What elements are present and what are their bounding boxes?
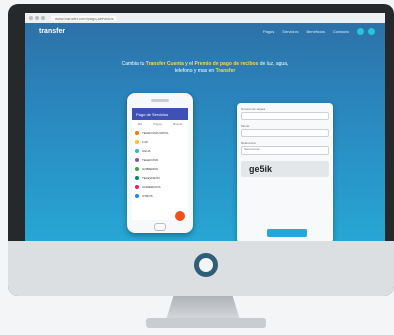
payment-form-card: Numero de tarjeta Monto Referencia Selec… [237,103,333,241]
service-label: OTROS [142,193,153,198]
monitor-bezel [8,241,394,296]
service-bullet-icon [135,157,139,162]
site-header: transfer Pagos Servicios Beneficios Cont… [25,23,385,39]
service-bullet-icon [135,175,139,180]
amount-input[interactable] [241,129,329,137]
browser-url-bar[interactable]: www.transfer.com/pago-servicios [25,13,385,23]
service-list-item[interactable]: TELEFONIA MOVIL [132,128,188,137]
window-dot-icon [29,16,33,20]
account-icon[interactable] [357,27,364,35]
url-text[interactable]: www.transfer.com/pago-servicios [51,15,118,21]
card-number-input[interactable] [241,112,329,120]
field-label: Monto [241,124,250,128]
service-bullet-icon [135,166,139,171]
add-fab-button[interactable] [175,211,185,221]
service-label: GOBIERNO [142,166,159,171]
headline-text: Cambia tu [121,61,145,67]
reference-select[interactable]: Seleccionar [241,146,329,155]
menu-icon[interactable] [368,27,375,35]
service-list-item[interactable]: OTROS [132,191,188,200]
service-label: TELEFONIA MOVIL [142,130,169,135]
service-label: TELEFONO [142,157,159,162]
service-list-item[interactable]: TELEFONO [132,155,188,164]
submit-button[interactable] [267,229,307,237]
app-title: Pago de Servicios [136,111,169,117]
nav-link[interactable]: Servicios [282,29,298,34]
service-bullet-icon [135,184,139,189]
phone-top [127,93,193,107]
headline-brand: Transfer [215,68,236,74]
service-bullet-icon [135,148,139,153]
service-label: COMERCIOS [142,184,161,189]
app-header: Pago de Servicios [132,108,188,120]
headline-highlight: Premio de pago de recibos [194,61,259,67]
headline-text: y el [185,61,194,67]
captcha-box: ge5ik [241,161,329,177]
home-button-icon[interactable] [154,223,166,231]
monitor-stand-foot [146,318,266,328]
service-bullet-icon [135,139,139,144]
app-tabs: Mis Pagos Buscar [132,120,188,128]
site-logo[interactable]: transfer [39,28,65,35]
power-icon[interactable] [194,253,218,277]
window-dot-icon [35,16,39,20]
service-list: TELEFONIA MOVIL LUZ AGUA TELEFONO GOBIERNO TE… [132,128,188,200]
service-bullet-icon [135,130,139,135]
nav-link[interactable]: Beneficios [307,29,325,34]
nav-links: Pagos Servicios Beneficios Contacto [263,29,349,34]
nav-link[interactable]: Contacto [333,29,349,34]
service-label: LUZ [142,139,148,144]
field-label: Referencia [241,141,256,145]
phone-screen: Pago de Servicios Mis Pagos Buscar TELEF… [132,108,188,220]
hero-headline: Cambia tu Transfer Cuenta y el Premio de… [115,61,295,75]
speaker-icon [151,98,169,102]
app-tab[interactable]: Mis [138,122,143,126]
service-label: TELEVISION [142,175,160,180]
nav-link[interactable]: Pagos [263,29,274,34]
app-tab[interactable]: Buscar [173,122,182,126]
monitor-screen: www.transfer.com/pago-servicios transfer… [25,13,385,241]
field-label: Numero de tarjeta [241,107,266,111]
window-dot-icon [41,16,45,20]
service-label: AGUA [142,148,151,153]
nav-icons [357,27,375,35]
service-list-item[interactable]: LUZ [132,137,188,146]
service-list-item[interactable]: AGUA [132,146,188,155]
service-list-item[interactable]: GOBIERNO [132,164,188,173]
headline-highlight: Transfer Cuenta [145,61,184,67]
service-bullet-icon [135,193,139,198]
service-list-item[interactable]: TELEVISION [132,173,188,182]
window-controls [29,16,45,20]
monitor-stand-neck [166,296,240,320]
phone-mockup: Pago de Servicios Mis Pagos Buscar TELEF… [127,93,193,233]
service-list-item[interactable]: COMERCIOS [132,182,188,191]
monitor-frame: www.transfer.com/pago-servicios transfer… [8,4,394,296]
app-tab[interactable]: Pagos [153,122,162,126]
